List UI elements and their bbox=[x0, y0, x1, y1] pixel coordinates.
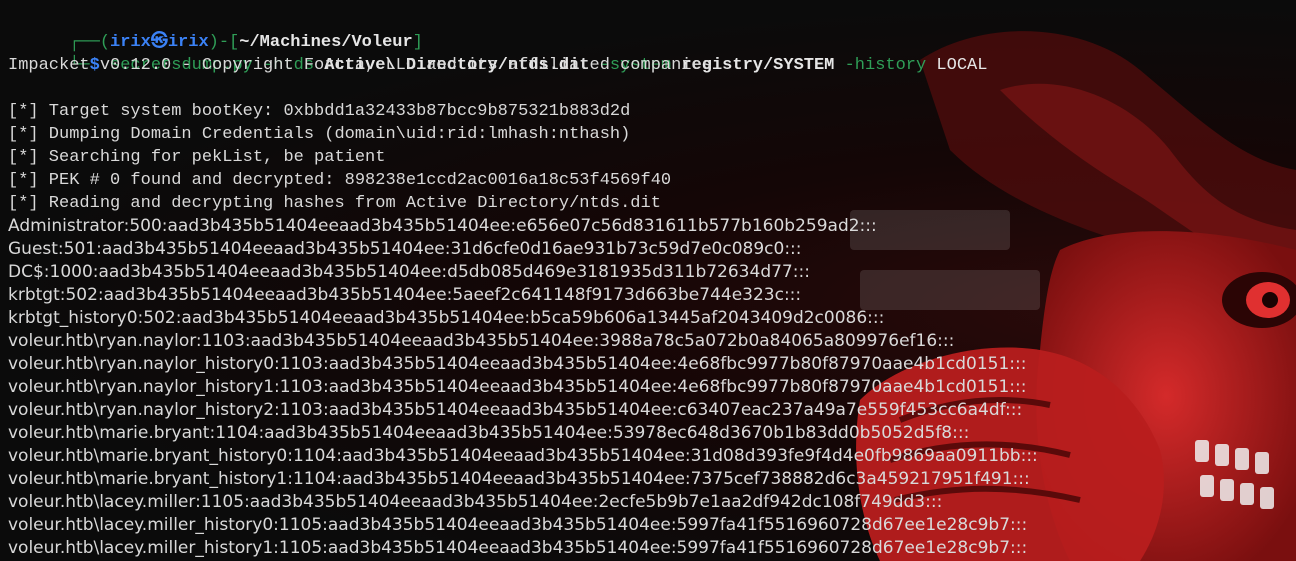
terminal-window[interactable]: ┌──(irix㉿irix)-[~/Machines/Voleur] └─$ s… bbox=[0, 0, 1296, 561]
prompt-cwd: ~/Machines/Voleur bbox=[239, 33, 413, 52]
hash-line: krbtgt:502:aad3b435b51404eeaad3b435b5140… bbox=[8, 285, 802, 305]
hash-line: Guest:501:aad3b435b51404eeaad3b435b51404… bbox=[8, 239, 802, 259]
prompt-header-line: ┌──(irix㉿irix)-[~/Machines/Voleur] bbox=[8, 8, 1038, 52]
prompt-frame-end: ] bbox=[412, 33, 423, 52]
hash-line: voleur.htb\marie.bryant_history0:1104:aa… bbox=[8, 446, 1038, 466]
prompt-frame-mid: )-[ bbox=[208, 33, 240, 52]
prompt-frame-top: ┌──( bbox=[69, 33, 111, 52]
output-line: [*] Target system bootKey: 0xbbdd1a32433… bbox=[8, 102, 631, 121]
hash-line: voleur.htb\ryan.naylor:1103:aad3b435b514… bbox=[8, 331, 955, 351]
prompt-host: irix bbox=[167, 33, 209, 52]
hash-line: krbtgt_history0:502:aad3b435b51404eeaad3… bbox=[8, 308, 885, 328]
hash-line: voleur.htb\lacey.miller_history0:1105:aa… bbox=[8, 515, 1028, 535]
hash-line: Administrator:500:aad3b435b51404eeaad3b4… bbox=[8, 216, 877, 236]
terminal-output: ┌──(irix㉿irix)-[~/Machines/Voleur] └─$ s… bbox=[8, 8, 1038, 560]
hash-line: voleur.htb\marie.bryant:1104:aad3b435b51… bbox=[8, 423, 970, 443]
skull-icon: ㉿ bbox=[150, 33, 168, 52]
hash-line: voleur.htb\lacey.miller:1105:aad3b435b51… bbox=[8, 492, 943, 512]
hash-line: DC$:1000:aad3b435b51404eeaad3b435b51404e… bbox=[8, 262, 810, 282]
output-line: [*] PEK # 0 found and decrypted: 898238e… bbox=[8, 171, 672, 190]
command-flag-history: -history bbox=[844, 56, 927, 75]
output-line: [*] Reading and decrypting hashes from A… bbox=[8, 194, 661, 213]
hash-line: voleur.htb\ryan.naylor_history0:1103:aad… bbox=[8, 354, 1027, 374]
output-line: [*] Searching for pekList, be patient bbox=[8, 148, 386, 167]
command-target: LOCAL bbox=[936, 56, 988, 75]
prompt-user: irix bbox=[110, 33, 151, 52]
hash-line: voleur.htb\ryan.naylor_history2:1103:aad… bbox=[8, 400, 1023, 420]
output-line: [*] Dumping Domain Credentials (domain\u… bbox=[8, 125, 631, 144]
hash-line: voleur.htb\marie.bryant_history1:1104:aa… bbox=[8, 469, 1030, 489]
hash-line: voleur.htb\ryan.naylor_history1:1103:aad… bbox=[8, 377, 1027, 397]
hash-line: voleur.htb\lacey.miller_history1:1105:aa… bbox=[8, 538, 1028, 558]
